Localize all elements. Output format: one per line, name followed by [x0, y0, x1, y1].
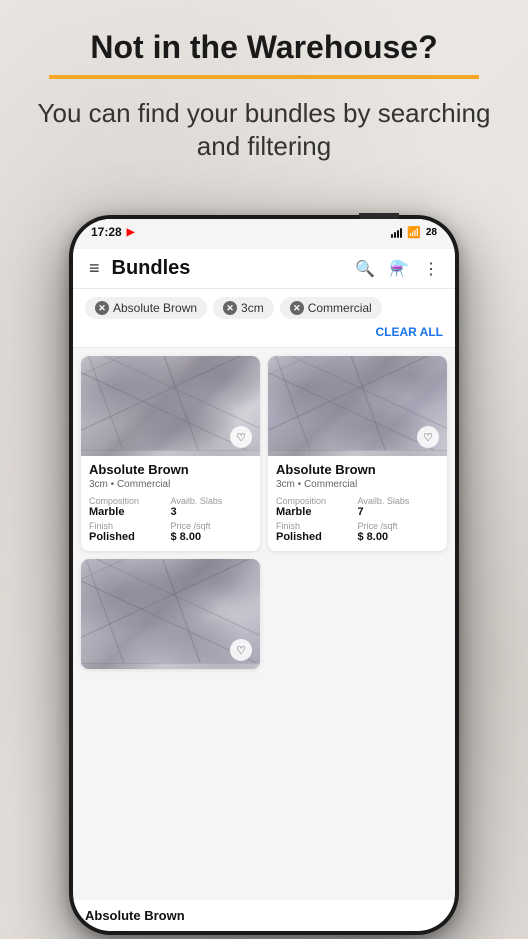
- app-bar: ≡ Bundles 🔍 ⚗️ ⋮: [73, 249, 455, 289]
- product-card-3[interactable]: ♡: [81, 559, 260, 669]
- card-image-bottom-1: [81, 450, 260, 456]
- subtitle: You can find your bundles by searching a…: [30, 97, 498, 162]
- remove-commercial-icon[interactable]: ✕: [290, 301, 304, 315]
- bottom-label-text: Absolute Brown: [85, 908, 185, 923]
- signal-icon: [391, 227, 402, 238]
- product-grid: ♡ Absolute Brown 3cm • Commercial Compos…: [73, 348, 455, 677]
- header-section: Not in the Warehouse? You can find your …: [0, 0, 528, 172]
- favorite-button-1[interactable]: ♡: [230, 426, 252, 448]
- status-right-icons: 📶 28: [391, 226, 437, 239]
- finish-label-2: Finish: [276, 521, 358, 531]
- composition-label-2: Composition: [276, 496, 358, 506]
- card-title-1: Absolute Brown: [89, 462, 252, 477]
- composition-value-1: Marble: [89, 506, 171, 518]
- youtube-icon: ▶: [127, 227, 135, 238]
- gold-divider: [49, 75, 479, 79]
- card-image-1: ♡: [81, 356, 260, 456]
- filter-row: ✕ Absolute Brown ✕ 3cm ✕ Commercial CLEA…: [73, 289, 455, 348]
- app-title: Bundles: [112, 257, 356, 280]
- composition-group-1: Composition Marble: [89, 496, 171, 518]
- search-icon[interactable]: 🔍: [355, 259, 375, 279]
- price-group-2: Price /sqft $ 8.00: [358, 521, 440, 543]
- card-body-2: Absolute Brown 3cm • Commercial Composit…: [268, 456, 447, 551]
- slabs-label-1: Availb. Slabs: [171, 496, 253, 506]
- card-stats-1: Composition Marble Availb. Slabs 3 Finis…: [89, 496, 252, 543]
- chip-label-3cm: 3cm: [241, 301, 264, 315]
- finish-label-1: Finish: [89, 521, 171, 531]
- filter-chip-commercial[interactable]: ✕ Commercial: [280, 297, 382, 319]
- chip-label-commercial: Commercial: [308, 301, 372, 315]
- card-subtitle-2: 3cm • Commercial: [276, 479, 439, 490]
- filter-chip-3cm[interactable]: ✕ 3cm: [213, 297, 274, 319]
- composition-group-2: Composition Marble: [276, 496, 358, 518]
- phone-outer: 17:28 ▶ 📶 28: [69, 215, 459, 935]
- slabs-value-2: 7: [358, 506, 440, 518]
- card-image-3: ♡: [81, 559, 260, 669]
- favorite-button-3[interactable]: ♡: [230, 639, 252, 661]
- more-icon[interactable]: ⋮: [423, 259, 439, 279]
- composition-value-2: Marble: [276, 506, 358, 518]
- price-label-1: Price /sqft: [171, 521, 253, 531]
- finish-value-2: Polished: [276, 531, 358, 543]
- slabs-label-2: Availb. Slabs: [358, 496, 440, 506]
- phone-screen: 17:28 ▶ 📶 28: [73, 219, 455, 931]
- card-body-1: Absolute Brown 3cm • Commercial Composit…: [81, 456, 260, 551]
- finish-group-2: Finish Polished: [276, 521, 358, 543]
- status-time: 17:28: [91, 225, 122, 239]
- product-card-1[interactable]: ♡ Absolute Brown 3cm • Commercial Compos…: [81, 356, 260, 551]
- slabs-group-2: Availb. Slabs 7: [358, 496, 440, 518]
- card-image-2: ♡: [268, 356, 447, 456]
- finish-value-1: Polished: [89, 531, 171, 543]
- composition-label-1: Composition: [89, 496, 171, 506]
- price-value-2: $ 8.00: [358, 531, 440, 543]
- product-card-2[interactable]: ♡ Absolute Brown 3cm • Commercial Compos…: [268, 356, 447, 551]
- remove-3cm-icon[interactable]: ✕: [223, 301, 237, 315]
- card-image-bottom-2: [268, 450, 447, 456]
- filter-icon[interactable]: ⚗️: [389, 259, 409, 279]
- bottom-card-label: Absolute Brown: [73, 900, 455, 931]
- status-bar: 17:28 ▶ 📶 28: [73, 219, 455, 243]
- price-label-2: Price /sqft: [358, 521, 440, 531]
- app-bar-actions: 🔍 ⚗️ ⋮: [355, 259, 439, 279]
- chip-label-absolute-brown: Absolute Brown: [113, 301, 197, 315]
- phone-mockup: 17:28 ▶ 📶 28: [69, 215, 459, 935]
- price-group-1: Price /sqft $ 8.00: [171, 521, 253, 543]
- slabs-group-1: Availb. Slabs 3: [171, 496, 253, 518]
- filter-chip-absolute-brown[interactable]: ✕ Absolute Brown: [85, 297, 207, 319]
- card-subtitle-1: 3cm • Commercial: [89, 479, 252, 490]
- hamburger-icon[interactable]: ≡: [89, 258, 100, 279]
- price-value-1: $ 8.00: [171, 531, 253, 543]
- battery-indicator: 28: [426, 227, 437, 238]
- finish-group-1: Finish Polished: [89, 521, 171, 543]
- card-image-bottom-3: [81, 663, 260, 669]
- card-stats-2: Composition Marble Availb. Slabs 7 Finis…: [276, 496, 439, 543]
- card-title-2: Absolute Brown: [276, 462, 439, 477]
- wifi-icon: 📶: [407, 226, 421, 239]
- main-title: Not in the Warehouse?: [30, 30, 498, 65]
- favorite-button-2[interactable]: ♡: [417, 426, 439, 448]
- clear-all-button[interactable]: CLEAR ALL: [375, 325, 443, 339]
- slabs-value-1: 3: [171, 506, 253, 518]
- remove-absolute-brown-icon[interactable]: ✕: [95, 301, 109, 315]
